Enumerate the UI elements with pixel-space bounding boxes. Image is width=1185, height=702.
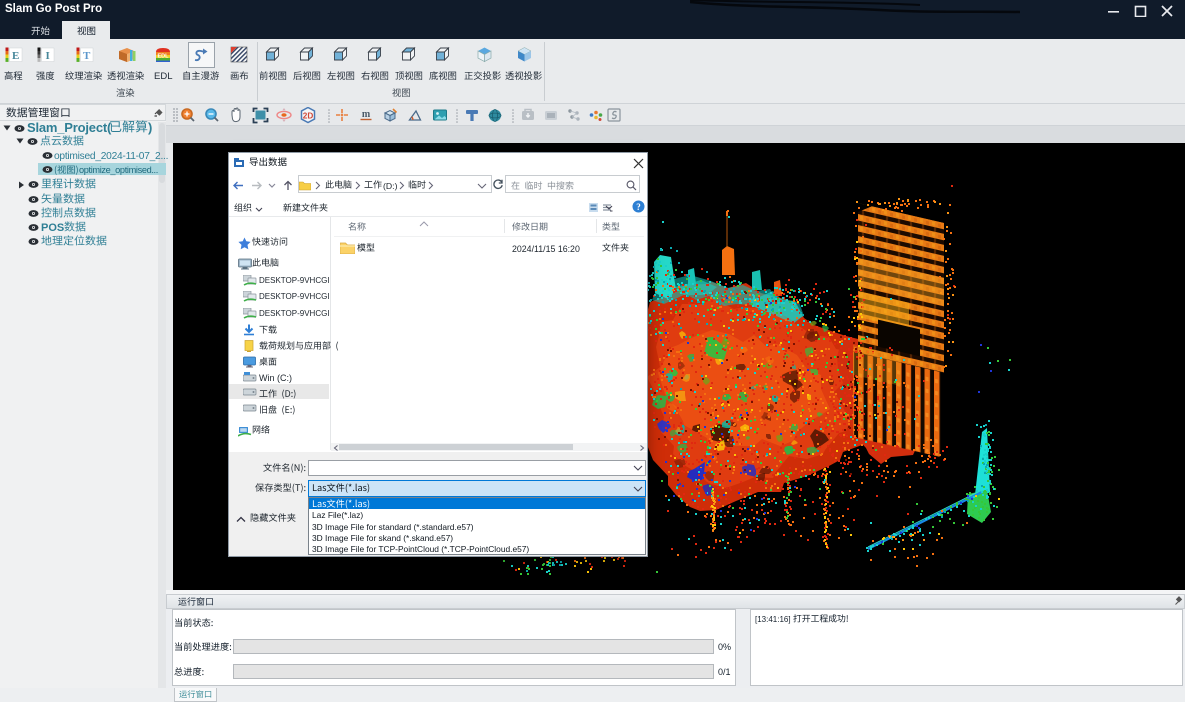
svg-text:T: T bbox=[83, 50, 91, 62]
svg-text:EDL: EDL bbox=[158, 54, 170, 60]
svg-text:?: ? bbox=[636, 202, 641, 212]
svg-text:E: E bbox=[12, 50, 19, 62]
svg-text:2D: 2D bbox=[303, 112, 314, 121]
svg-text:m: m bbox=[362, 109, 371, 120]
svg-text:I: I bbox=[46, 50, 50, 62]
